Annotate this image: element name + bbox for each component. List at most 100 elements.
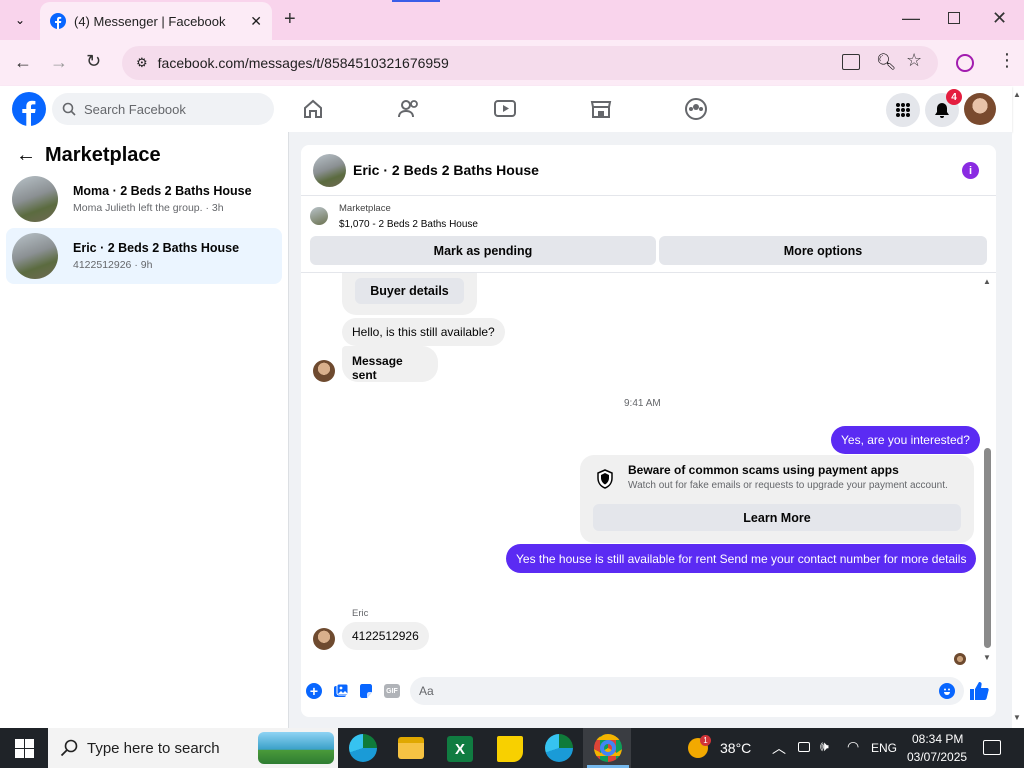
conversation-item-active[interactable]: Eric · 2 Beds 2 Baths House 4122512926 ·… — [6, 228, 282, 284]
home-icon[interactable] — [300, 96, 326, 122]
taskbar-search-box[interactable]: Type here to search — [48, 728, 338, 768]
message-bubble-sent: Yes, are you interested? — [831, 426, 980, 454]
facebook-favicon-icon — [50, 13, 66, 29]
edge-browser-icon[interactable] — [545, 734, 573, 762]
like-thumb-icon[interactable] — [969, 681, 989, 701]
edge-browser-icon[interactable] — [349, 734, 377, 762]
sticker-icon[interactable] — [358, 683, 374, 699]
file-explorer-icon[interactable] — [398, 737, 424, 759]
gif-icon[interactable]: GIF — [384, 684, 400, 698]
bookmark-star-icon[interactable]: ☆ — [906, 50, 922, 71]
install-app-icon[interactable] — [842, 54, 860, 70]
sidebar-title: Marketplace — [45, 144, 161, 166]
info-icon[interactable]: i — [962, 162, 979, 179]
groups-icon[interactable] — [683, 96, 709, 122]
notifications-center-icon[interactable] — [983, 740, 1001, 755]
photo-icon[interactable] — [333, 683, 349, 699]
emoji-icon[interactable] — [939, 683, 955, 699]
message-bubble: 4122512926 — [342, 622, 429, 650]
sender-avatar — [313, 628, 335, 650]
profile-icon[interactable] — [956, 54, 974, 72]
listing-label: Marketplace — [339, 203, 391, 214]
listing-thumbnail — [12, 233, 58, 279]
chat-header[interactable]: Eric · 2 Beds 2 Baths House — [313, 153, 539, 187]
page-scroll-down-icon[interactable]: ▼ — [1013, 713, 1021, 722]
taskbar-time[interactable]: 08:34 PM — [912, 732, 963, 746]
shield-icon — [597, 469, 613, 489]
taskbar-search-placeholder: Type here to search — [87, 739, 220, 757]
message-bubble-sent: Yes the house is still available for ren… — [506, 544, 977, 573]
friends-icon[interactable] — [396, 96, 422, 122]
site-settings-icon[interactable]: ⚙ — [136, 55, 148, 71]
excel-icon[interactable]: X — [447, 736, 473, 762]
mark-as-pending-button[interactable]: Mark as pending — [310, 236, 656, 265]
input-language[interactable]: ENG — [871, 741, 897, 755]
back-arrow-icon[interactable]: ← — [16, 144, 36, 167]
close-window-icon[interactable]: ✕ — [992, 8, 1007, 29]
tab-list-chevron-icon[interactable]: ⌄ — [10, 10, 30, 30]
taskbar-date[interactable]: 03/07/2025 — [907, 750, 967, 764]
tab-indicator — [392, 0, 440, 2]
conversation-sidebar: ← Marketplace Moma · 2 Beds 2 Baths Hous… — [0, 132, 289, 728]
more-options-button[interactable]: More options — [659, 236, 987, 265]
minimize-icon[interactable]: — — [902, 8, 920, 29]
browser-tab-bar: ⌄ (4) Messenger | Facebook ✕ + — ✕ — [0, 0, 1024, 40]
search-icon — [62, 102, 76, 116]
message-input[interactable]: Aa — [410, 677, 964, 705]
back-arrow-icon[interactable]: ← — [14, 52, 32, 73]
grid-icon — [896, 103, 910, 117]
notification-badge: 4 — [946, 89, 962, 105]
scrollbar-thumb[interactable] — [984, 448, 991, 648]
conversation-title: Moma · 2 Beds 2 Baths House — [73, 184, 252, 198]
facebook-logo-icon[interactable] — [12, 92, 46, 126]
chrome-icon[interactable] — [594, 734, 622, 762]
reload-icon[interactable]: ↻ — [86, 51, 101, 72]
bell-icon — [935, 103, 949, 118]
account-avatar[interactable] — [964, 93, 996, 125]
listing-mini-thumbnail — [310, 207, 328, 225]
conversation-title: Eric · 2 Beds 2 Baths House — [73, 241, 240, 255]
sticky-notes-icon[interactable] — [497, 736, 523, 762]
windows-start-icon[interactable] — [15, 739, 34, 758]
conversation-subtitle: Moma Julieth left the group. · 3h — [73, 202, 224, 214]
listing-thumbnail — [313, 153, 346, 187]
volume-icon[interactable]: 🕪︎ — [820, 738, 829, 755]
temperature: 38°C — [720, 740, 752, 756]
scroll-down-icon[interactable]: ▼ — [983, 653, 991, 662]
facebook-search-input[interactable]: Search Facebook — [52, 93, 274, 125]
add-attachment-icon[interactable]: + — [306, 683, 322, 699]
video-icon[interactable] — [492, 96, 518, 122]
scroll-up-icon[interactable]: ▲ — [983, 277, 991, 286]
learn-more-button[interactable]: Learn More — [593, 504, 961, 531]
sender-name: Eric — [352, 608, 369, 619]
timestamp: 9:41 AM — [624, 398, 661, 409]
buyer-details-button[interactable]: Buyer details — [355, 278, 464, 304]
browser-tab[interactable]: (4) Messenger | Facebook ✕ — [40, 2, 272, 40]
listing-price: $1,070 - 2 Beds 2 Baths House — [339, 219, 478, 230]
divider — [301, 195, 996, 196]
weather-badge: 1 — [700, 735, 711, 746]
page-scroll-up-icon[interactable]: ▲ — [1013, 90, 1021, 99]
seen-avatar — [954, 653, 966, 665]
sender-avatar — [313, 360, 335, 382]
marketplace-icon[interactable] — [588, 96, 614, 122]
chrome-menu-icon[interactable]: ⋮ — [998, 50, 1016, 71]
meet-now-icon[interactable] — [798, 742, 810, 752]
zoom-icon[interactable]: 🔍︎ — [876, 52, 896, 72]
conversation-item[interactable]: Moma · 2 Beds 2 Baths House Moma Julieth… — [6, 171, 282, 227]
chat-window: Eric · 2 Beds 2 Baths House i Marketplac… — [301, 145, 996, 717]
new-tab-plus-icon[interactable]: + — [284, 8, 296, 31]
forward-arrow-icon[interactable]: → — [50, 52, 68, 73]
menu-grid-button[interactable] — [886, 93, 920, 127]
wifi-icon[interactable]: ◠ — [847, 738, 859, 755]
message-bubble: Hello, is this still available? — [342, 318, 505, 346]
search-icon — [60, 739, 78, 757]
url-bar[interactable]: ⚙ facebook.com/messages/t/85845103216769… — [122, 46, 938, 80]
conversation-subtitle: 4122512926 · 9h — [73, 259, 153, 271]
chevron-up-icon[interactable]: ︿ — [772, 738, 786, 758]
search-placeholder: Search Facebook — [84, 101, 186, 117]
tab-title: (4) Messenger | Facebook — [74, 13, 226, 29]
search-highlight-image — [258, 732, 334, 764]
close-tab-icon[interactable]: ✕ — [250, 13, 262, 30]
restore-icon[interactable] — [948, 12, 960, 24]
